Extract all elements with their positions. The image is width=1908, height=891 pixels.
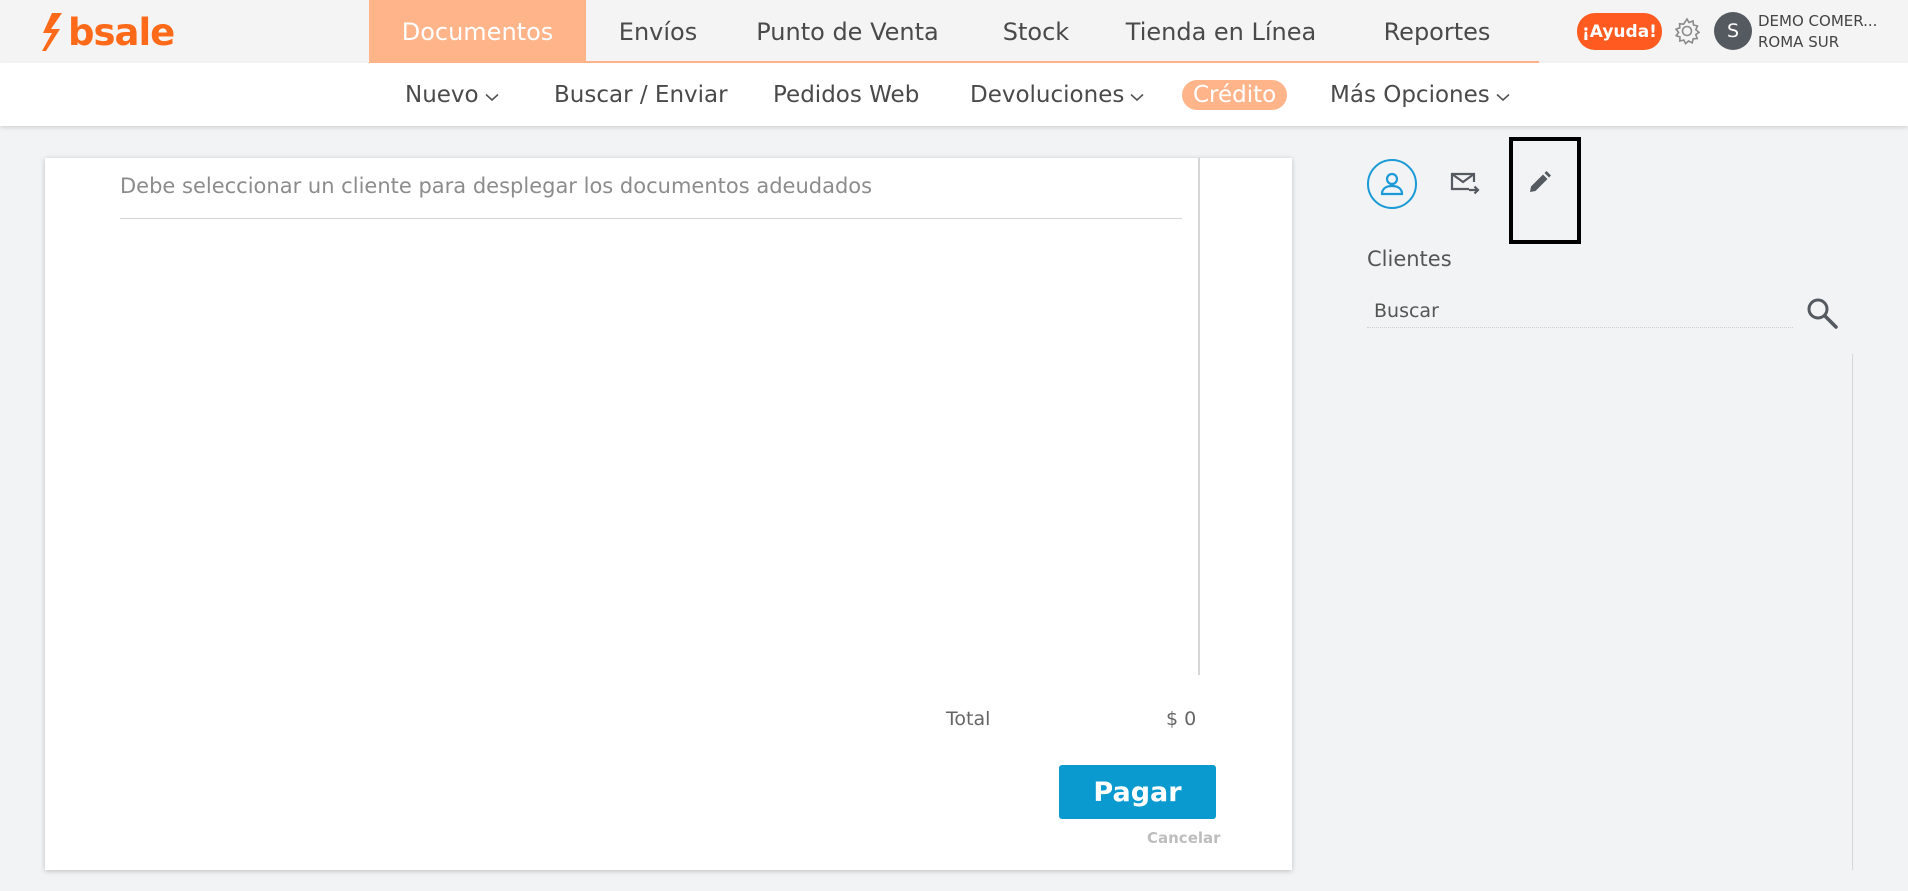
subnav-mas-opciones[interactable]: Más Opciones: [1330, 75, 1510, 115]
pay-button[interactable]: Pagar: [1059, 765, 1216, 819]
tab-label: Punto de Venta: [756, 17, 939, 46]
chevron-down-icon: [1130, 93, 1144, 101]
person-icon: [1380, 172, 1404, 196]
help-button[interactable]: ¡Ayuda!: [1577, 13, 1662, 50]
tab-envios[interactable]: Envíos: [586, 0, 730, 63]
send-email-tab[interactable]: [1440, 158, 1490, 208]
sub-nav: Nuevo Buscar / Enviar Pedidos Web Devolu…: [0, 63, 1908, 126]
chevron-down-icon: [1496, 93, 1510, 101]
total-value: $ 0: [1166, 708, 1197, 730]
mail-forward-icon: [1450, 172, 1480, 195]
bsale-logo[interactable]: bsale: [38, 10, 175, 54]
cancel-link[interactable]: Cancelar: [1147, 829, 1221, 847]
tab-reportes[interactable]: Reportes: [1335, 0, 1539, 63]
divider: [120, 218, 1182, 219]
subnav-devoluciones[interactable]: Devoluciones: [970, 75, 1144, 115]
user-account[interactable]: DEMO COMER... ROMA SUR: [1758, 11, 1877, 53]
tab-label: Reportes: [1383, 17, 1491, 46]
tab-punto-de-venta[interactable]: Punto de Venta: [730, 0, 965, 63]
tab-label: Documentos: [401, 17, 554, 46]
subnav-credito[interactable]: Crédito: [1182, 80, 1288, 110]
edit-tab[interactable]: [1514, 158, 1564, 208]
client-search-input[interactable]: [1367, 294, 1793, 328]
tab-stock[interactable]: Stock: [965, 0, 1107, 63]
brand-name: bsale: [68, 10, 175, 54]
scroll-track: [1852, 354, 1853, 870]
column-divider: [1198, 158, 1200, 675]
user-company: DEMO COMER...: [1758, 12, 1878, 30]
tab-documentos[interactable]: Documentos: [369, 0, 586, 63]
subnav-label: Crédito: [1193, 82, 1277, 108]
tab-label: Stock: [1002, 17, 1070, 46]
gear-icon[interactable]: [1671, 15, 1703, 47]
subnav-pedidos-web[interactable]: Pedidos Web: [773, 75, 919, 115]
subnav-buscar-enviar[interactable]: Buscar / Enviar: [554, 75, 728, 115]
search-icon[interactable]: [1805, 296, 1839, 330]
tab-label: Envíos: [618, 17, 698, 46]
select-client-hint: Debe seleccionar un cliente para despleg…: [120, 174, 873, 198]
subnav-label: Buscar / Enviar: [554, 82, 728, 108]
tab-label: Tienda en Línea: [1125, 17, 1317, 46]
top-bar: bsale Documentos Envíos Punto de Venta S…: [0, 0, 1908, 63]
client-tab[interactable]: [1367, 159, 1417, 209]
subnav-label: Más Opciones: [1330, 82, 1490, 108]
subnav-nuevo[interactable]: Nuevo: [405, 75, 499, 115]
credit-documents-card: Debe seleccionar un cliente para despleg…: [45, 158, 1292, 870]
chevron-down-icon: [485, 93, 499, 101]
subnav-label: Pedidos Web: [773, 82, 920, 108]
bsale-logo-icon: [42, 13, 62, 51]
subnav-label: Devoluciones: [970, 82, 1125, 108]
tab-tienda-en-linea[interactable]: Tienda en Línea: [1107, 0, 1335, 63]
avatar[interactable]: S: [1714, 12, 1752, 50]
pencil-icon: [1530, 171, 1551, 192]
subnav-label: Nuevo: [405, 82, 479, 108]
main-nav: Documentos Envíos Punto de Venta Stock T…: [369, 0, 1539, 63]
total-label: Total: [946, 708, 991, 730]
clients-title: Clientes: [1367, 247, 1452, 271]
user-branch: ROMA SUR: [1758, 33, 1840, 51]
